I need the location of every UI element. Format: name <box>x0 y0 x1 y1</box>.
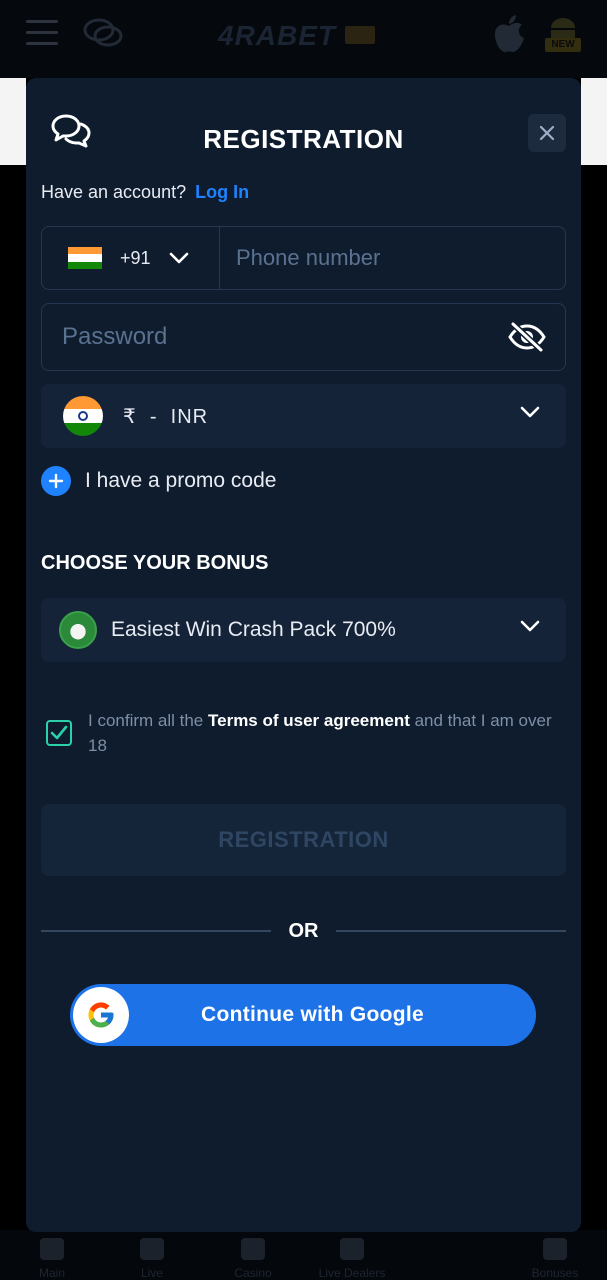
account-prompt: Have an account? <box>41 182 187 202</box>
promo-code-toggle[interactable]: I have a promo code <box>41 466 276 496</box>
terms-row: I confirm all the Terms of user agreemen… <box>46 708 566 758</box>
background-strip-right <box>581 165 607 1235</box>
account-prompt-row: Have an account? Log In <box>41 182 249 203</box>
close-icon <box>539 125 555 141</box>
google-button-label: Continue with Google <box>201 1003 424 1026</box>
menu-icon[interactable] <box>26 20 58 46</box>
home-icon <box>40 1238 64 1260</box>
live-icon <box>140 1238 164 1260</box>
or-divider: OR <box>41 918 566 942</box>
terms-link[interactable]: Terms of user agreement <box>208 711 410 730</box>
registration-modal: REGISTRATION Have an account? Log In +91 <box>26 78 581 1232</box>
bonus-selected-label: Easiest Win Crash Pack 700% <box>111 618 396 641</box>
country-code-select[interactable]: +91 <box>42 227 220 289</box>
modal-title: REGISTRATION <box>203 124 404 154</box>
background-strip-left <box>0 165 26 1235</box>
chevron-down-icon <box>520 620 540 632</box>
terms-text: I confirm all the Terms of user agreemen… <box>88 711 552 755</box>
plus-icon <box>41 466 71 496</box>
new-badge: NEW <box>545 38 581 52</box>
checkmark-icon <box>50 725 68 740</box>
dealer-icon <box>340 1238 364 1260</box>
phone-input[interactable] <box>220 227 565 289</box>
promo-code-label: I have a promo code <box>85 469 277 492</box>
bonus-avatar-icon <box>59 611 97 649</box>
google-icon <box>73 987 129 1043</box>
eye-off-icon[interactable] <box>507 321 547 353</box>
tab-live-dealers[interactable]: Live Dealers <box>312 1238 392 1280</box>
tab-bonuses[interactable]: Bonuses <box>515 1238 595 1280</box>
terms-checkbox[interactable] <box>46 720 72 746</box>
tab-live[interactable]: Live <box>112 1238 192 1280</box>
password-input[interactable] <box>42 304 507 370</box>
logo-flag-icon <box>345 26 375 44</box>
tab-casino[interactable]: Casino <box>213 1238 293 1280</box>
chevron-down-icon <box>520 406 540 418</box>
password-field-group <box>41 303 566 371</box>
background-panel-right <box>581 78 607 165</box>
india-flag-icon <box>63 396 103 436</box>
casino-icon <box>241 1238 265 1260</box>
tab-main[interactable]: Main <box>12 1238 92 1280</box>
chevron-down-icon <box>169 252 188 264</box>
google-signin-button[interactable]: Continue with Google <box>70 984 536 1046</box>
apple-icon[interactable] <box>492 14 526 54</box>
bottom-tab-bar: Main Live Casino Live Dealers Bonuses <box>0 1230 607 1280</box>
phone-field-group: +91 <box>41 226 566 290</box>
background-panel-left <box>0 78 26 165</box>
login-link[interactable]: Log In <box>195 182 249 202</box>
bonus-section-title: CHOOSE YOUR BONUS <box>41 552 269 574</box>
registration-submit-button[interactable]: REGISTRATION <box>41 804 566 876</box>
india-flag-icon <box>68 247 102 269</box>
close-button[interactable] <box>528 114 566 152</box>
currency-select[interactable]: ₹ - INR <box>41 384 566 448</box>
bonus-select[interactable]: Easiest Win Crash Pack 700% <box>41 598 566 662</box>
brand-logo[interactable]: 4RABET <box>218 20 336 52</box>
chat-icon[interactable] <box>82 16 124 50</box>
currency-label: ₹ - INR <box>123 405 209 428</box>
gift-icon <box>543 1238 567 1260</box>
country-code: +91 <box>120 247 151 268</box>
